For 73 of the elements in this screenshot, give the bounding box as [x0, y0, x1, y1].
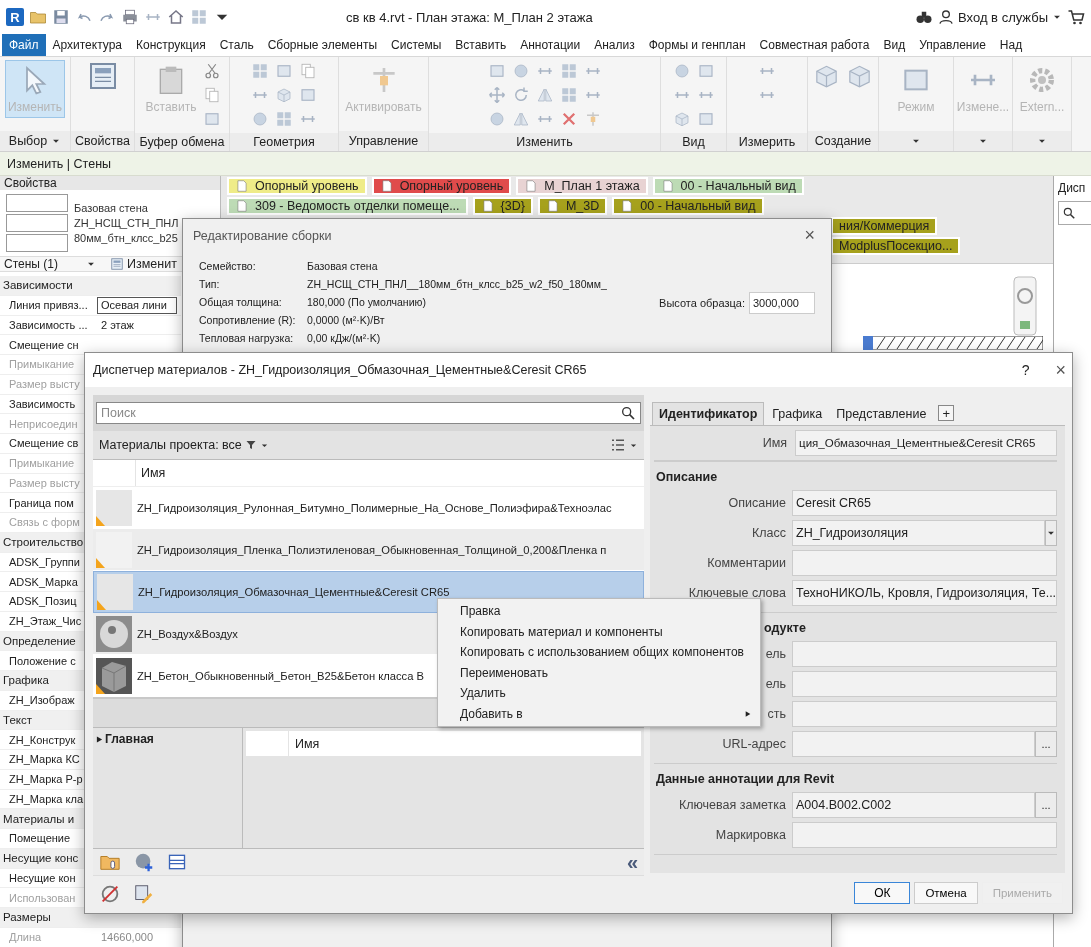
property-value: 2 этаж [100, 318, 134, 331]
field-label: Высота образца: [659, 297, 745, 309]
property-label: Положение с [8, 654, 77, 667]
field-label: Комментарии [707, 556, 786, 570]
property-label: ZH_Конструк [8, 733, 77, 746]
panel-label: Буфер обмена [139, 135, 225, 149]
panel-label: Создание [814, 134, 872, 148]
info-value: 0,0000 (м²·K)/Вт [307, 314, 386, 328]
panel-label: Измерить [738, 135, 796, 149]
property-label: Длина [8, 931, 43, 944]
context-tab-label: Изменить | Стены [0, 152, 1091, 176]
info-label: Тип: [199, 278, 221, 292]
type-name: ZH_НСЩ_СТН_ПНЛ [74, 217, 179, 229]
info-value: 180,000 (По умолчанию) [307, 296, 427, 310]
property-label: ZH_Марка КС [8, 753, 81, 766]
property-label: ZH_Марка Р-р [8, 773, 84, 786]
window-title: св кв 4.rvt - План этажа: М_План 2 этажа [345, 9, 594, 25]
field-label: Ключевые слова [688, 586, 786, 600]
property-label: ADSK_Марка [8, 575, 79, 588]
property-label: Линия привяз... [8, 299, 89, 312]
info-label: Общая толщина: [199, 296, 283, 310]
property-label: Смещение сн [8, 338, 80, 351]
info-label: Тепловая нагрузка: [199, 332, 295, 346]
panel-title: Дисп [1058, 180, 1087, 195]
property-label: Несущие кон [8, 871, 77, 884]
panel-label: Выбор [8, 134, 48, 148]
info-value: Базовая стена [307, 260, 379, 274]
property-label: ZH_Марка кла [8, 792, 84, 805]
field-label: Ключевая заметка [678, 798, 786, 812]
property-label: Примыкание [8, 358, 76, 371]
info-value: ZH_НСЩ_СТН_ПНЛ__180мм_бтн_клсс_b25_w2_f50_180мм_ [307, 278, 608, 292]
property-value: 14660,000 [100, 931, 153, 944]
panel-label: Вид [682, 135, 705, 149]
section-title: Данные аннотации для Revit [656, 772, 835, 786]
type-name: Базовая стена [74, 202, 149, 214]
property-label: ADSK_Позиц [8, 595, 78, 608]
property-label: Зависимость ... [8, 318, 89, 331]
dialog-title: Диспетчер материалов - ZH_Гидроизоляция_Обмазочная_Цементные&Ceresit CR65 [93, 363, 588, 377]
info-value: 0,00 кДж/(м²·K) [307, 332, 382, 346]
property-label: Использован [8, 891, 77, 904]
property-label: Зависимость [8, 397, 77, 410]
property-label: Размер высту [8, 476, 81, 489]
field-label: Имя [761, 436, 788, 450]
property-label: Неприсоедин [8, 417, 79, 430]
section-title: Описание [656, 470, 718, 484]
field-label: ель [765, 647, 786, 661]
info-label: Семейство: [199, 260, 257, 274]
property-label: Помещение [8, 832, 72, 845]
field-label: Описание [728, 496, 786, 510]
property-label: Примыкание [8, 457, 76, 470]
property-label: Размер высту [8, 378, 81, 391]
section-title: одукте [764, 621, 806, 635]
field-label: URL-адрес [722, 737, 786, 751]
property-label: ADSK_Группи [8, 555, 81, 568]
field-label: ель [765, 677, 786, 691]
type-name: 80мм_бтн_клсс_b25 [74, 232, 179, 244]
panel-label: Управление [348, 134, 419, 148]
panel-label: Изменить [516, 135, 573, 149]
field-label: Класс [751, 526, 786, 540]
field-label: сть [767, 707, 786, 721]
column-header: Имя [294, 735, 320, 753]
property-label: Связь с форм [8, 516, 81, 529]
panel-label: Геометрия [253, 135, 315, 149]
property-label: Смещение св [8, 437, 80, 450]
field-label: Маркировка [715, 828, 786, 842]
property-label: ZH_Изображ [8, 694, 76, 707]
dialog-title: Редактирование сборки [193, 228, 332, 243]
panel-label: Свойства [75, 134, 130, 148]
panel-title: Свойства [0, 176, 220, 190]
property-label: ZH_Этаж_Чис [8, 615, 83, 628]
column-header: Имя [140, 465, 166, 482]
property-label: Граница пом [8, 496, 75, 509]
info-label: Сопротивление (R): [199, 314, 297, 328]
